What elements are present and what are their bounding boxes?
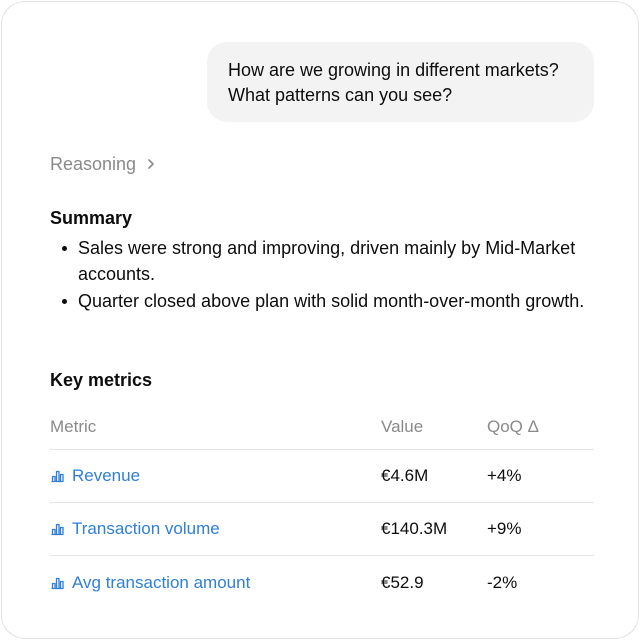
reasoning-toggle[interactable]: Reasoning xyxy=(50,152,158,176)
metric-name: Transaction volume xyxy=(72,519,220,538)
table-row: Avg transaction amount €52.9 -2% xyxy=(50,556,594,609)
bar-chart-icon xyxy=(51,577,64,589)
metric-link-revenue[interactable]: Revenue xyxy=(50,466,140,486)
metric-delta: -2% xyxy=(487,572,518,592)
bar-chart-icon xyxy=(51,523,64,536)
summary-list: Sales were strong and improving, driven … xyxy=(50,235,610,314)
metric-cell: Revenue xyxy=(50,466,381,486)
column-header-value: Value xyxy=(381,416,424,436)
summary-heading: Summary xyxy=(50,208,133,228)
metric-delta: +9% xyxy=(487,519,522,538)
metric-name: Avg transaction amount xyxy=(72,572,251,592)
metric-value: €4.6M xyxy=(381,466,429,485)
metric-cell: Transaction volume xyxy=(50,519,381,539)
table-row: Transaction volume €140.3M +9% xyxy=(50,503,594,556)
user-message-line: How are we growing in different markets? xyxy=(228,60,559,80)
metrics-table: Metric Value QoQ Δ Revenue €4.6M +4% Tra… xyxy=(50,404,594,609)
summary-bullet: Quarter closed above plan with solid mon… xyxy=(50,288,610,314)
chevron-right-icon xyxy=(148,159,154,169)
summary-bullet: Sales were strong and improving, driven … xyxy=(50,235,610,287)
metric-delta: +4% xyxy=(487,466,522,485)
metric-value: €140.3M xyxy=(381,519,448,538)
metric-link-transaction-volume[interactable]: Transaction volume xyxy=(50,519,220,539)
user-message-line: What patterns can you see? xyxy=(228,85,453,105)
user-message-bubble: How are we growing in different markets?… xyxy=(207,42,594,122)
metric-link-avg-transaction-amount[interactable]: Avg transaction amount xyxy=(50,573,250,593)
metric-name: Revenue xyxy=(72,466,141,485)
metric-cell: Avg transaction amount xyxy=(50,573,381,593)
table-header: Metric Value QoQ Δ xyxy=(50,404,594,450)
metric-value: €52.9 xyxy=(381,572,424,592)
column-header-metric: Metric xyxy=(50,416,97,436)
reasoning-label: Reasoning xyxy=(50,153,137,174)
bar-chart-icon xyxy=(51,470,64,483)
chat-card: How are we growing in different markets?… xyxy=(1,1,639,639)
key-metrics-heading: Key metrics xyxy=(50,370,153,390)
table-row: Revenue €4.6M +4% xyxy=(50,450,594,503)
column-header-delta: QoQ Δ xyxy=(487,416,539,436)
